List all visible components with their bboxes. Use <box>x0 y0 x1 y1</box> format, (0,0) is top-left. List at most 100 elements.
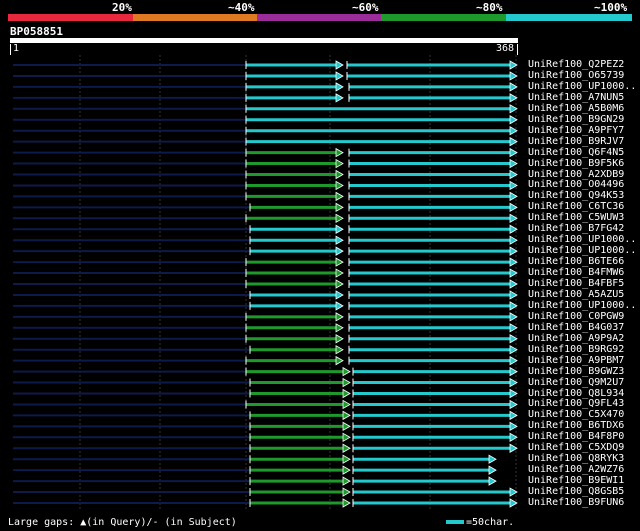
hit-row <box>13 377 518 388</box>
color-scale-red <box>8 14 133 21</box>
hit-label[interactable]: UniRef100_A5AZU5 <box>528 289 624 300</box>
query-bar <box>10 38 518 43</box>
hit-row <box>13 301 518 311</box>
segment-arrow <box>335 60 344 70</box>
hit-row <box>13 399 518 410</box>
hit-label[interactable]: UniRef100_Q9FL43 <box>528 398 624 409</box>
segment-arrow <box>335 290 344 300</box>
segment-arrow <box>335 334 344 344</box>
hit-label[interactable]: UniRef100_O04496 <box>528 179 624 190</box>
hit-label[interactable]: UniRef100_B9RG92 <box>528 344 624 355</box>
hit-label[interactable]: UniRef100_Q8RYK3 <box>528 453 624 464</box>
segment-arrow <box>335 279 344 289</box>
hit-label[interactable]: UniRef100_UP1000.. <box>528 81 636 92</box>
ruler-end-label: 368 <box>496 43 515 54</box>
hit-label[interactable]: UniRef100_B7FG42 <box>528 223 624 234</box>
hit-label[interactable]: UniRef100_Q9M2U7 <box>528 377 624 388</box>
query-name: BP058851 <box>10 25 63 38</box>
hit-label[interactable]: UniRef100_B4F8P0 <box>528 431 624 442</box>
segment-arrow <box>335 246 344 256</box>
color-scale-cyan <box>506 14 632 21</box>
hit-label[interactable]: UniRef100_B4FMW6 <box>528 267 624 278</box>
hit-label[interactable]: UniRef100_C5XDQ9 <box>528 442 624 453</box>
hit-label[interactable]: UniRef100_B6TDX6 <box>528 420 624 431</box>
hit-label[interactable]: UniRef100_C0PGW9 <box>528 311 624 322</box>
hit-label[interactable]: UniRef100_UP1000.. <box>528 234 636 245</box>
hit-label[interactable]: UniRef100_A9PBM7 <box>528 355 624 366</box>
hit-row <box>13 290 518 300</box>
segment-arrow <box>342 377 351 388</box>
legend-label-20: 20% <box>112 1 132 14</box>
hit-row <box>13 60 518 70</box>
segment-arrow <box>342 388 351 399</box>
ruler-start-label: 1 <box>13 43 20 54</box>
hit-row <box>13 498 518 508</box>
segment-arrow <box>342 421 351 432</box>
hit-row <box>13 169 518 180</box>
segment-arrow <box>509 279 518 289</box>
segment-arrow <box>335 268 344 278</box>
legend-label-40: ~40% <box>228 1 255 14</box>
hit-label[interactable]: UniRef100_C6TC36 <box>528 201 624 212</box>
hit-label[interactable]: UniRef100_B9FUN6 <box>528 497 624 508</box>
hit-label[interactable]: UniRef100_A9PFY7 <box>528 125 624 136</box>
segment-arrow <box>335 355 344 366</box>
hit-label[interactable]: UniRef100_A2XDB9 <box>528 169 624 180</box>
segment-arrow <box>342 399 351 410</box>
segment-arrow <box>342 487 351 497</box>
hit-label[interactable]: UniRef100_B4FBF5 <box>528 278 624 289</box>
hit-label[interactable]: UniRef100_Q8GSB5 <box>528 486 624 497</box>
hit-label[interactable]: UniRef100_A5B0M6 <box>528 103 624 114</box>
hit-row <box>13 465 497 475</box>
hit-row <box>13 432 518 442</box>
legend-label-100: ~100% <box>594 1 628 14</box>
hit-label[interactable]: UniRef100_Q94K53 <box>528 190 624 201</box>
hit-row <box>13 366 518 377</box>
hit-row <box>13 487 518 497</box>
hit-row <box>13 224 518 234</box>
color-scale-orange <box>133 14 257 21</box>
hit-row <box>13 126 518 136</box>
hit-label[interactable]: UniRef100_A9P9A2 <box>528 333 624 344</box>
color-scale-green <box>381 14 506 21</box>
hit-row <box>13 421 518 432</box>
hit-label[interactable]: UniRef100_Q6F4N5 <box>528 147 624 158</box>
segment-arrow <box>335 224 344 234</box>
large-gaps-legend: Large gaps: ▲(in Query)/- (in Subject) <box>8 517 237 528</box>
segment-arrow <box>509 71 518 81</box>
hit-row <box>13 312 518 322</box>
hit-label[interactable]: UniRef100_A7NUN5 <box>528 92 624 103</box>
hit-row <box>13 235 518 245</box>
segment-arrow <box>488 465 497 475</box>
segment-arrow <box>335 301 344 311</box>
segment-arrow <box>335 213 344 223</box>
hit-row <box>13 246 518 256</box>
hit-row <box>13 410 518 421</box>
hit-label[interactable]: UniRef100_B9RJV7 <box>528 136 624 147</box>
segment-arrow <box>335 158 344 169</box>
hit-label[interactable]: UniRef100_A2WZ76 <box>528 464 624 475</box>
hit-label[interactable]: UniRef100_B9GN29 <box>528 114 624 125</box>
hit-row <box>13 345 518 355</box>
hit-label[interactable]: UniRef100_B9F5K6 <box>528 158 624 169</box>
hit-row <box>13 82 518 92</box>
hit-label[interactable]: UniRef100_UP1000.. <box>528 245 636 256</box>
segment-arrow <box>335 169 344 180</box>
hit-label[interactable]: UniRef100_B9GWZ3 <box>528 366 624 377</box>
hit-label[interactable]: UniRef100_B9EWI1 <box>528 475 624 486</box>
hit-label[interactable]: UniRef100_C5WUW3 <box>528 212 624 223</box>
hit-label[interactable]: UniRef100_Q2PEZ2 <box>528 59 624 70</box>
hit-label[interactable]: UniRef100_Q8L934 <box>528 388 624 399</box>
hit-label[interactable]: UniRef100_UP1000.. <box>528 300 636 311</box>
hit-label[interactable]: UniRef100_C5X470 <box>528 409 624 420</box>
hit-label[interactable]: UniRef100_B4G037 <box>528 322 624 333</box>
hit-label[interactable]: UniRef100_O65739 <box>528 70 624 81</box>
hit-row <box>13 213 518 223</box>
segment-arrow <box>342 432 351 442</box>
segment-arrow <box>342 366 351 377</box>
segment-arrow <box>488 476 497 486</box>
scale-legend: =50char. <box>446 517 514 528</box>
hit-row <box>13 147 518 158</box>
scale-text: =50char. <box>466 517 515 528</box>
hit-label[interactable]: UniRef100_B6TE66 <box>528 256 624 267</box>
